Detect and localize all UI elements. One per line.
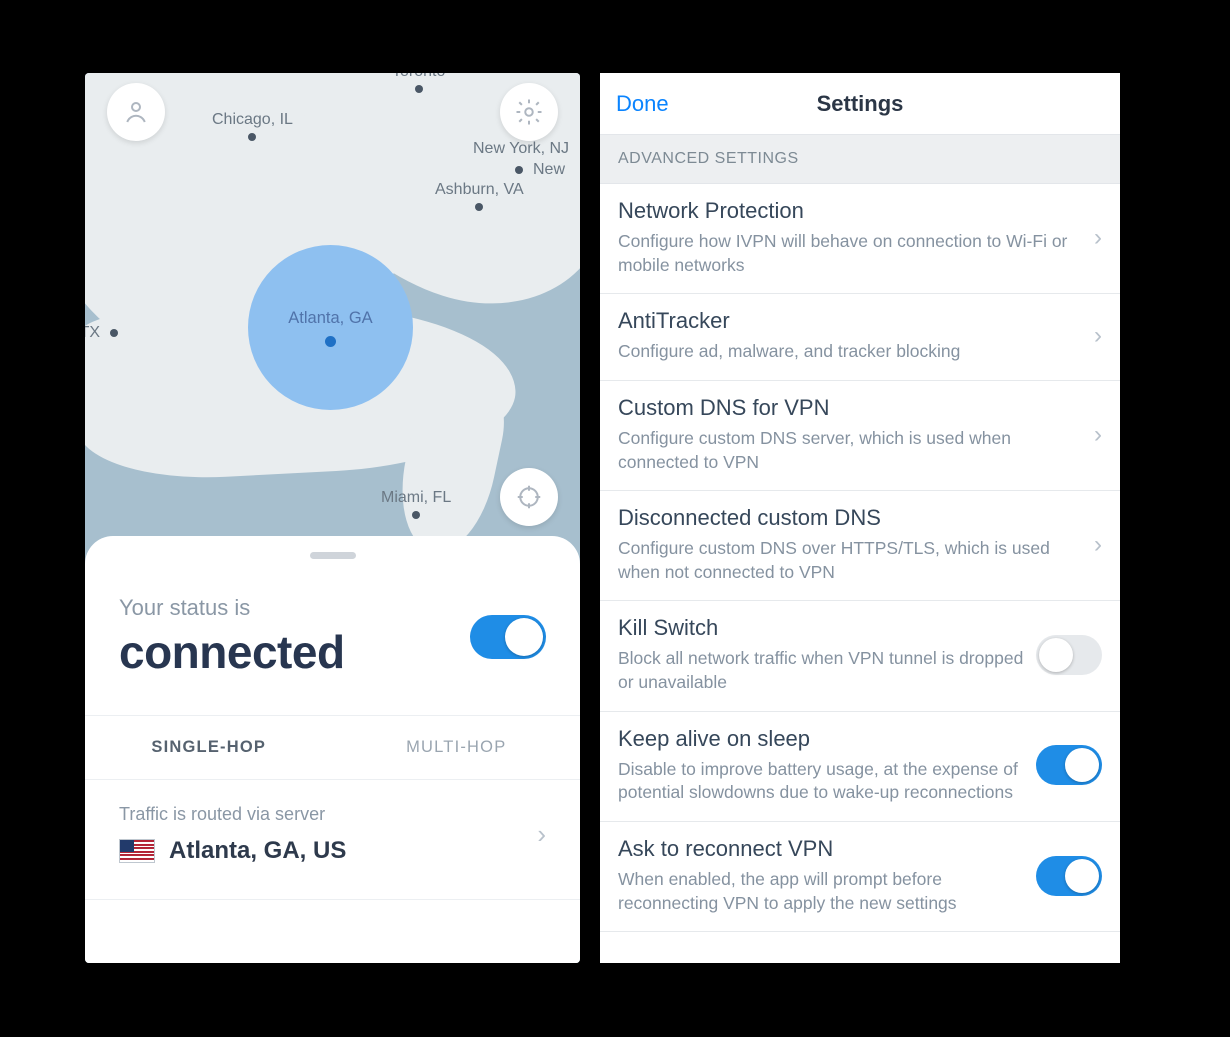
- settings-toggle-6[interactable]: [1036, 856, 1102, 896]
- map-city-toronto: Toronto: [392, 73, 445, 93]
- settings-item-subtitle: When enabled, the app will prompt before…: [618, 868, 1026, 915]
- settings-section-advanced: ADVANCED SETTINGS: [600, 135, 1120, 184]
- chevron-right-icon: ›: [537, 819, 546, 850]
- chevron-right-icon: ›: [1094, 421, 1102, 449]
- settings-item-title: Keep alive on sleep: [618, 726, 1026, 752]
- settings-item-subtitle: Configure ad, malware, and tracker block…: [618, 340, 1084, 364]
- chevron-right-icon: ›: [1094, 224, 1102, 252]
- map-city-ashburn: Ashburn, VA: [435, 181, 524, 211]
- settings-item-0[interactable]: Network Protection Configure how IVPN wil…: [600, 184, 1120, 294]
- route-server-row[interactable]: Traffic is routed via server Atlanta, GA…: [85, 780, 580, 900]
- tab-single-hop[interactable]: SINGLE-HOP: [85, 716, 333, 779]
- map-city-miami: Miami, FL: [381, 489, 451, 519]
- settings-item-1[interactable]: AntiTracker Configure ad, malware, and tr…: [600, 294, 1120, 381]
- chevron-right-icon: ›: [1094, 322, 1102, 350]
- settings-item-title: Ask to reconnect VPN: [618, 836, 1026, 862]
- status-prefix: Your status is: [119, 595, 345, 621]
- settings-toggle-5[interactable]: [1036, 745, 1102, 785]
- settings-title: Settings: [600, 91, 1120, 117]
- server-dot-icon: [325, 336, 336, 347]
- person-icon: [121, 97, 151, 127]
- done-button[interactable]: Done: [616, 91, 669, 117]
- map-current-server[interactable]: Atlanta, GA: [248, 245, 413, 410]
- settings-navbar: Done Settings: [600, 73, 1120, 135]
- map-city-new: New: [515, 161, 565, 179]
- settings-list: Network Protection Configure how IVPN wil…: [600, 184, 1120, 932]
- settings-item-subtitle: Block all network traffic when VPN tunne…: [618, 647, 1026, 694]
- settings-item-subtitle: Configure how IVPN will behave on connec…: [618, 230, 1084, 277]
- chevron-right-icon: ›: [1094, 531, 1102, 559]
- status-state: connected: [119, 625, 345, 679]
- vpn-connection-toggle[interactable]: [470, 615, 546, 659]
- main-screen: Atlanta, GA Toronto Chicago, IL New York…: [85, 73, 580, 963]
- gear-icon: [514, 97, 544, 127]
- flag-us-icon: [119, 839, 155, 863]
- locate-button[interactable]: [500, 468, 558, 526]
- crosshair-icon: [514, 482, 544, 512]
- settings-item-title: AntiTracker: [618, 308, 1084, 334]
- settings-item-subtitle: Configure custom DNS server, which is us…: [618, 427, 1084, 474]
- settings-item-subtitle: Disable to improve battery usage, at the…: [618, 758, 1026, 805]
- sheet-grabber[interactable]: [310, 552, 356, 559]
- map-city-newyork-nj: New York, NJ: [473, 140, 569, 158]
- account-button[interactable]: [107, 83, 165, 141]
- settings-item-2[interactable]: Custom DNS for VPN Configure custom DNS s…: [600, 381, 1120, 491]
- settings-item-5[interactable]: Keep alive on sleep Disable to improve ba…: [600, 712, 1120, 822]
- settings-screen: Done Settings ADVANCED SETTINGS Network …: [600, 73, 1120, 963]
- settings-toggle-4[interactable]: [1036, 635, 1102, 675]
- settings-item-6[interactable]: Ask to reconnect VPN When enabled, the ap…: [600, 822, 1120, 932]
- settings-item-title: Disconnected custom DNS: [618, 505, 1084, 531]
- settings-item-title: Network Protection: [618, 198, 1084, 224]
- settings-button[interactable]: [500, 83, 558, 141]
- map-city-chicago: Chicago, IL: [212, 111, 293, 141]
- route-caption: Traffic is routed via server: [119, 804, 346, 825]
- route-location: Atlanta, GA, US: [169, 837, 346, 865]
- tab-multi-hop[interactable]: MULTI-HOP: [333, 716, 581, 779]
- map-city-s-tx: s, TX: [85, 324, 124, 342]
- settings-item-4[interactable]: Kill Switch Block all network traffic whe…: [600, 601, 1120, 711]
- settings-item-title: Kill Switch: [618, 615, 1026, 641]
- hop-tabs: SINGLE-HOP MULTI-HOP: [85, 715, 580, 780]
- settings-item-subtitle: Configure custom DNS over HTTPS/TLS, whi…: [618, 537, 1084, 584]
- settings-item-title: Custom DNS for VPN: [618, 395, 1084, 421]
- map-server-label: Atlanta, GA: [288, 309, 372, 328]
- settings-item-3[interactable]: Disconnected custom DNS Configure custom …: [600, 491, 1120, 601]
- status-sheet: Your status is connected SINGLE-HOP MULT…: [85, 536, 580, 963]
